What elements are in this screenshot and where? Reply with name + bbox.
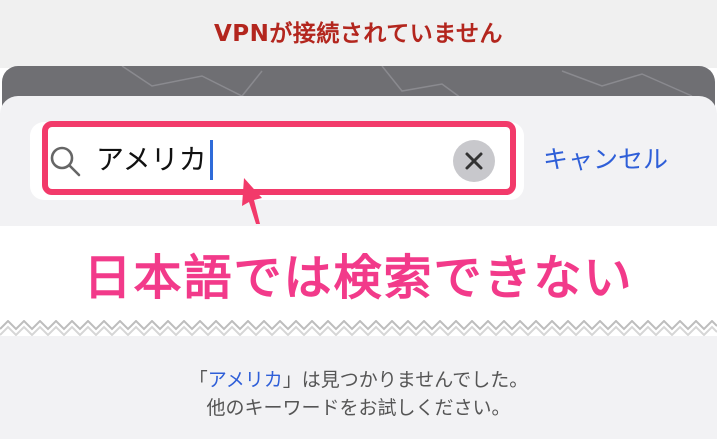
- open-quote: 「: [188, 369, 208, 391]
- no-result-line-2: 他のキーワードをお試しください。: [206, 397, 511, 419]
- searched-keyword: アメリカ: [207, 369, 283, 391]
- annotation-text: 日本語では検索できない: [83, 250, 634, 306]
- vpn-status-text: VPNが接続されていません: [213, 21, 504, 47]
- pointer-arrow-icon: [242, 178, 262, 224]
- no-result-line-1: 「アメリカ」は見つかりませんでした。: [0, 366, 717, 394]
- highlight-frame: [42, 121, 516, 195]
- cancel-button[interactable]: キャンセル: [543, 142, 668, 178]
- no-result-tail: 」は見つかりませんでした。: [282, 369, 529, 391]
- no-result-message: 「アメリカ」は見つかりませんでした。 他のキーワードをお試しください。: [0, 366, 717, 422]
